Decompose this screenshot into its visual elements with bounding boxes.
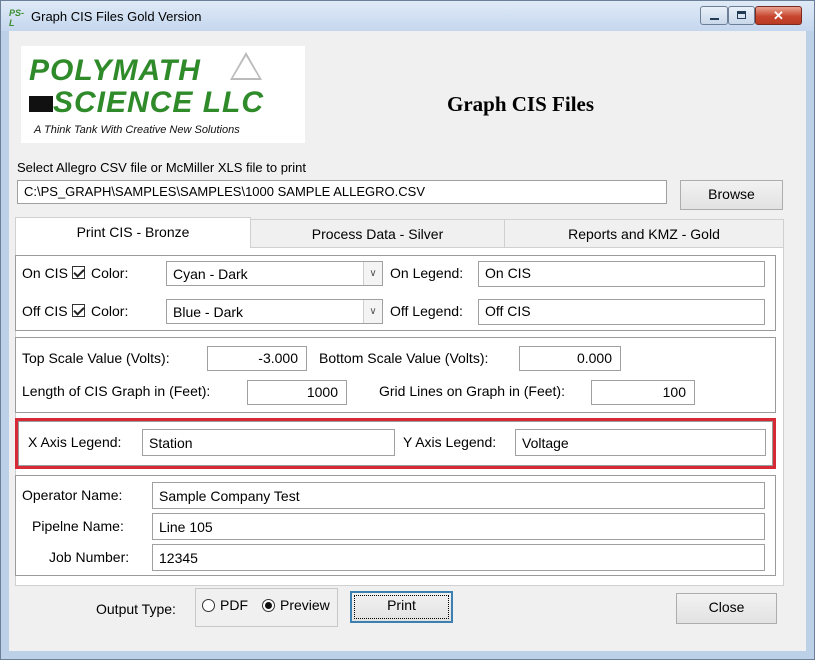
app-logo-icon: PS-L bbox=[9, 8, 25, 28]
x-axis-legend-label: X Axis Legend: bbox=[28, 434, 122, 450]
y-axis-legend-input[interactable]: Voltage bbox=[515, 429, 766, 456]
close-button[interactable]: Close bbox=[676, 593, 777, 624]
maximize-button[interactable] bbox=[728, 6, 755, 25]
off-color-value: Blue - Dark bbox=[173, 304, 244, 320]
graph-length-label: Length of CIS Graph in (Feet): bbox=[22, 383, 211, 399]
y-axis-legend-label: Y Axis Legend: bbox=[403, 434, 497, 450]
logo-line2: SCIENCE LLC bbox=[53, 86, 265, 119]
tab-bar: Print CIS - Bronze Process Data - Silver… bbox=[15, 217, 784, 249]
off-cis-label: Off CIS bbox=[22, 303, 68, 319]
tab-process-data-silver[interactable]: Process Data - Silver bbox=[250, 219, 505, 248]
preview-radio[interactable] bbox=[262, 599, 275, 612]
chevron-down-icon[interactable]: ∨ bbox=[363, 262, 382, 285]
window-close-button[interactable]: ✕ bbox=[755, 6, 802, 25]
page-title: Graph CIS Files bbox=[447, 92, 595, 116]
logo-tagline: A Think Tank With Creative New Solutions bbox=[34, 124, 240, 136]
off-color-select[interactable]: Blue - Dark ∨ bbox=[166, 299, 383, 324]
tab-print-cis-bronze[interactable]: Print CIS - Bronze bbox=[15, 217, 251, 249]
job-number-label: Job Number: bbox=[49, 549, 130, 565]
graph-length-input[interactable]: 1000 bbox=[247, 380, 347, 405]
on-color-select[interactable]: Cyan - Dark ∨ bbox=[166, 261, 383, 286]
output-type-label: Output Type: bbox=[96, 601, 176, 617]
chevron-down-icon[interactable]: ∨ bbox=[363, 300, 382, 323]
minimize-button[interactable] bbox=[700, 6, 728, 25]
print-button[interactable]: Print bbox=[350, 591, 453, 623]
on-color-value: Cyan - Dark bbox=[173, 266, 248, 282]
bottom-scale-label: Bottom Scale Value (Volts): bbox=[319, 350, 489, 366]
pdf-radio-label[interactable]: PDF bbox=[220, 597, 248, 613]
file-path-input[interactable]: C:\PS_GRAPH\SAMPLES\SAMPLES\1000 SAMPLE … bbox=[17, 180, 667, 204]
off-color-label: Color: bbox=[91, 303, 129, 319]
on-cis-checkbox[interactable] bbox=[72, 266, 85, 279]
tab-reports-kmz-gold[interactable]: Reports and KMZ - Gold bbox=[504, 219, 784, 248]
off-legend-input[interactable]: Off CIS bbox=[478, 299, 765, 325]
browse-button[interactable]: Browse bbox=[680, 180, 783, 210]
top-scale-input[interactable]: -3.000 bbox=[207, 346, 307, 371]
checkmark-icon bbox=[73, 304, 85, 316]
maximize-icon bbox=[737, 11, 746, 19]
top-scale-label: Top Scale Value (Volts): bbox=[22, 350, 170, 366]
minimize-icon bbox=[710, 18, 719, 20]
close-icon: ✕ bbox=[773, 8, 784, 23]
pipeline-name-label: Pipelne Name: bbox=[32, 518, 124, 534]
x-axis-legend-input[interactable]: Station bbox=[142, 429, 395, 456]
off-cis-checkbox[interactable] bbox=[72, 304, 85, 317]
file-prompt-label: Select Allegro CSV file or McMiller XLS … bbox=[17, 160, 306, 175]
on-cis-label: On CIS bbox=[22, 265, 68, 281]
bottom-scale-input[interactable]: 0.000 bbox=[519, 346, 621, 371]
chip-icon bbox=[29, 96, 53, 112]
grid-lines-label: Grid Lines on Graph in (Feet): bbox=[379, 383, 565, 399]
radio-selected-dot bbox=[265, 602, 272, 609]
logo-line1: POLYMATH bbox=[29, 54, 201, 87]
operator-name-input[interactable]: Sample Company Test bbox=[152, 482, 765, 509]
pipeline-name-input[interactable]: Line 105 bbox=[152, 513, 765, 540]
title-bar[interactable]: PS-L Graph CIS Files Gold Version ✕ bbox=[1, 1, 814, 31]
company-logo: POLYMATH SCIENCE LLC A Think Tank With C… bbox=[21, 46, 305, 143]
on-legend-label: On Legend: bbox=[390, 265, 464, 281]
pdf-radio[interactable] bbox=[202, 599, 215, 612]
on-legend-input[interactable]: On CIS bbox=[478, 261, 765, 287]
preview-radio-label[interactable]: Preview bbox=[280, 597, 330, 613]
on-color-label: Color: bbox=[91, 265, 129, 281]
operator-name-label: Operator Name: bbox=[22, 487, 123, 503]
grid-lines-input[interactable]: 100 bbox=[591, 380, 695, 405]
window-title: Graph CIS Files Gold Version bbox=[31, 9, 202, 24]
off-legend-label: Off Legend: bbox=[390, 303, 463, 319]
job-number-input[interactable]: 12345 bbox=[152, 544, 765, 571]
checkmark-icon bbox=[73, 266, 85, 278]
